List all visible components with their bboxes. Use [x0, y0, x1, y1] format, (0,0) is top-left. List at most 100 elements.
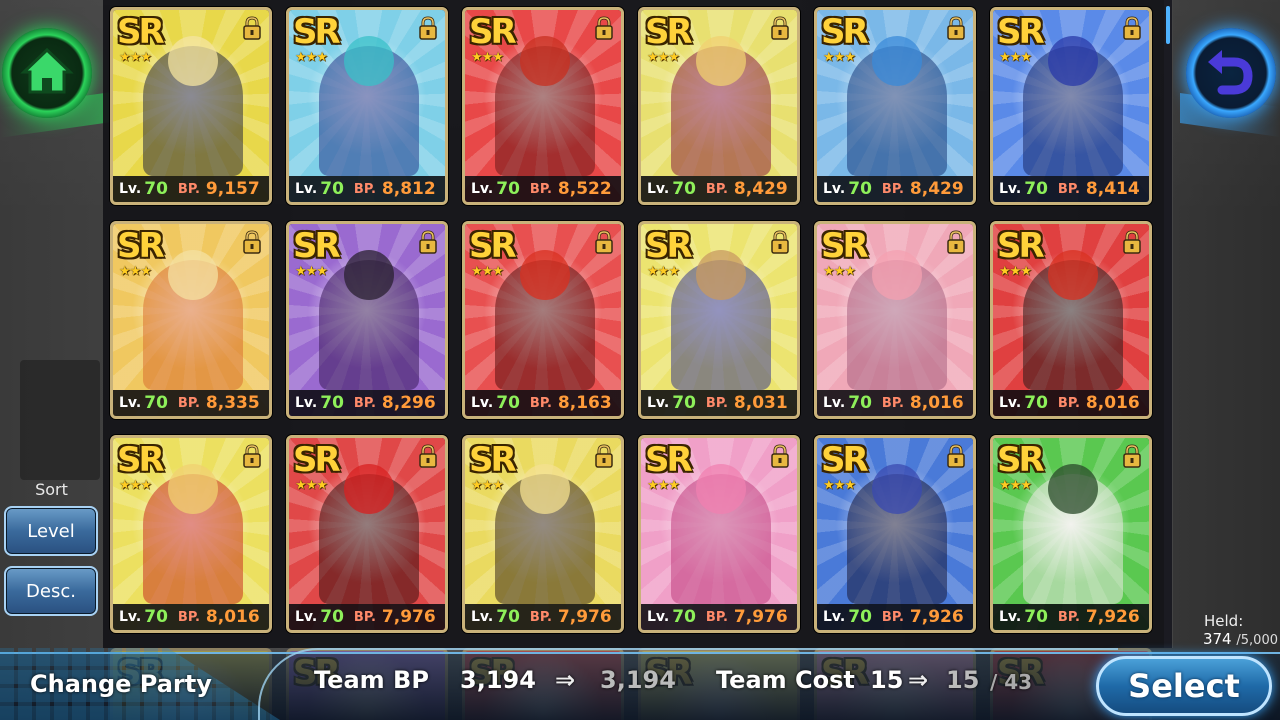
lock-icon[interactable] [241, 16, 263, 40]
character-head [168, 464, 218, 514]
character-head [1048, 464, 1098, 514]
held-label: Held: [1204, 612, 1244, 630]
team-cost-arrow: ⇒ [908, 666, 929, 694]
lock-icon[interactable] [1121, 16, 1143, 40]
level-label: Lv. [647, 609, 670, 625]
home-icon [20, 47, 74, 94]
character-head [344, 250, 394, 300]
lock-icon[interactable] [945, 16, 967, 40]
lock-icon[interactable] [769, 230, 791, 254]
bp-label: BP. [705, 395, 728, 411]
level-value: 70 [672, 607, 696, 627]
level-label: Lv. [647, 181, 670, 197]
character-card[interactable]: SR ★★★ Lv. 70 BP. 9,157 [110, 7, 272, 205]
character-head [520, 464, 570, 514]
rarity-badge: SR [821, 226, 869, 266]
level-label: Lv. [823, 609, 846, 625]
star-rating: ★★★ [471, 264, 504, 279]
bp-label: BP. [529, 395, 552, 411]
lock-icon[interactable] [1121, 230, 1143, 254]
level-value: 70 [1024, 179, 1048, 199]
character-head [1048, 36, 1098, 86]
bp-value: 8,335 [205, 393, 260, 413]
character-card[interactable]: SR ★★★ Lv. 70 BP. 8,296 [286, 221, 448, 419]
level-value: 70 [848, 179, 872, 199]
bp-value: 7,926 [1085, 607, 1140, 627]
character-card[interactable]: SR ★★★ Lv. 70 BP. 7,926 [814, 435, 976, 633]
back-button[interactable] [1186, 28, 1276, 118]
card-stats-footer: Lv. 70 BP. 8,335 [113, 390, 269, 416]
bp-value: 8,031 [733, 393, 788, 413]
level-label: Lv. [471, 181, 494, 197]
character-card[interactable]: SR ★★★ Lv. 70 BP. 7,976 [286, 435, 448, 633]
star-rating: ★★★ [999, 264, 1032, 279]
lock-icon[interactable] [593, 444, 615, 468]
level-label: Lv. [823, 395, 846, 411]
lock-icon[interactable] [417, 16, 439, 40]
character-card[interactable]: SR ★★★ Lv. 70 BP. 8,163 [462, 221, 624, 419]
level-value: 70 [848, 393, 872, 413]
rarity-badge: SR [117, 12, 165, 52]
character-head [168, 36, 218, 86]
star-rating: ★★★ [119, 478, 152, 493]
lock-icon[interactable] [945, 444, 967, 468]
bottom-bar: Change Party Team BP 3,194 ⇒ 3,194 Team … [0, 648, 1280, 720]
change-party-button[interactable]: Change Party [30, 670, 212, 698]
card-stats-footer: Lv. 70 BP. 8,016 [113, 604, 269, 630]
card-stats-footer: Lv. 70 BP. 8,414 [993, 176, 1149, 202]
character-card[interactable]: SR ★★★ Lv. 70 BP. 8,429 [814, 7, 976, 205]
rarity-badge: SR [821, 440, 869, 480]
character-card[interactable]: SR ★★★ Lv. 70 BP. 7,976 [638, 435, 800, 633]
lock-icon[interactable] [593, 230, 615, 254]
lock-icon[interactable] [945, 230, 967, 254]
character-card[interactable]: SR ★★★ Lv. 70 BP. 8,522 [462, 7, 624, 205]
star-rating: ★★★ [647, 50, 680, 65]
lock-icon[interactable] [593, 16, 615, 40]
character-head [344, 36, 394, 86]
character-card[interactable]: SR ★★★ Lv. 70 BP. 7,926 [990, 435, 1152, 633]
lock-icon[interactable] [769, 444, 791, 468]
bp-label: BP. [529, 181, 552, 197]
team-cost-max: / 43 [990, 670, 1033, 694]
team-bp-new-value: 3,194 [600, 666, 676, 694]
character-card[interactable]: SR ★★★ Lv. 70 BP. 8,812 [286, 7, 448, 205]
bp-label: BP. [1057, 181, 1080, 197]
grid-scrollbar-thumb[interactable] [1166, 6, 1170, 44]
character-card[interactable]: SR ★★★ Lv. 70 BP. 7,976 [462, 435, 624, 633]
sort-order-button[interactable]: Desc. [4, 566, 98, 616]
bp-value: 7,976 [557, 607, 612, 627]
held-max: /5,000 [1236, 633, 1278, 648]
star-rating: ★★★ [119, 264, 152, 279]
lock-icon[interactable] [769, 16, 791, 40]
bp-value: 8,016 [205, 607, 260, 627]
character-head [344, 464, 394, 514]
bp-label: BP. [177, 181, 200, 197]
bp-value: 8,522 [557, 179, 612, 199]
lock-icon[interactable] [241, 230, 263, 254]
star-rating: ★★★ [295, 264, 328, 279]
select-button[interactable]: Select [1096, 656, 1272, 716]
character-card[interactable]: SR ★★★ Lv. 70 BP. 8,016 [110, 435, 272, 633]
lock-icon[interactable] [417, 444, 439, 468]
bp-value: 7,926 [909, 607, 964, 627]
sort-level-button[interactable]: Level [4, 506, 98, 556]
card-stats-footer: Lv. 70 BP. 8,031 [641, 390, 797, 416]
lock-icon[interactable] [417, 230, 439, 254]
grid-scrollbar[interactable] [1164, 0, 1172, 648]
bp-label: BP. [1057, 395, 1080, 411]
character-card[interactable]: SR ★★★ Lv. 70 BP. 8,016 [990, 221, 1152, 419]
character-head [520, 250, 570, 300]
character-card[interactable]: SR ★★★ Lv. 70 BP. 8,016 [814, 221, 976, 419]
character-card[interactable]: SR ★★★ Lv. 70 BP. 8,429 [638, 7, 800, 205]
character-card[interactable]: SR ★★★ Lv. 70 BP. 8,414 [990, 7, 1152, 205]
bp-label: BP. [881, 395, 904, 411]
character-card[interactable]: SR ★★★ Lv. 70 BP. 8,335 [110, 221, 272, 419]
home-button[interactable] [2, 28, 92, 118]
lock-icon[interactable] [1121, 444, 1143, 468]
level-label: Lv. [471, 395, 494, 411]
star-rating: ★★★ [823, 264, 856, 279]
lock-icon[interactable] [241, 444, 263, 468]
held-counter: Held: 374 /5,000 [1190, 612, 1280, 648]
star-rating: ★★★ [823, 478, 856, 493]
character-card[interactable]: SR ★★★ Lv. 70 BP. 8,031 [638, 221, 800, 419]
